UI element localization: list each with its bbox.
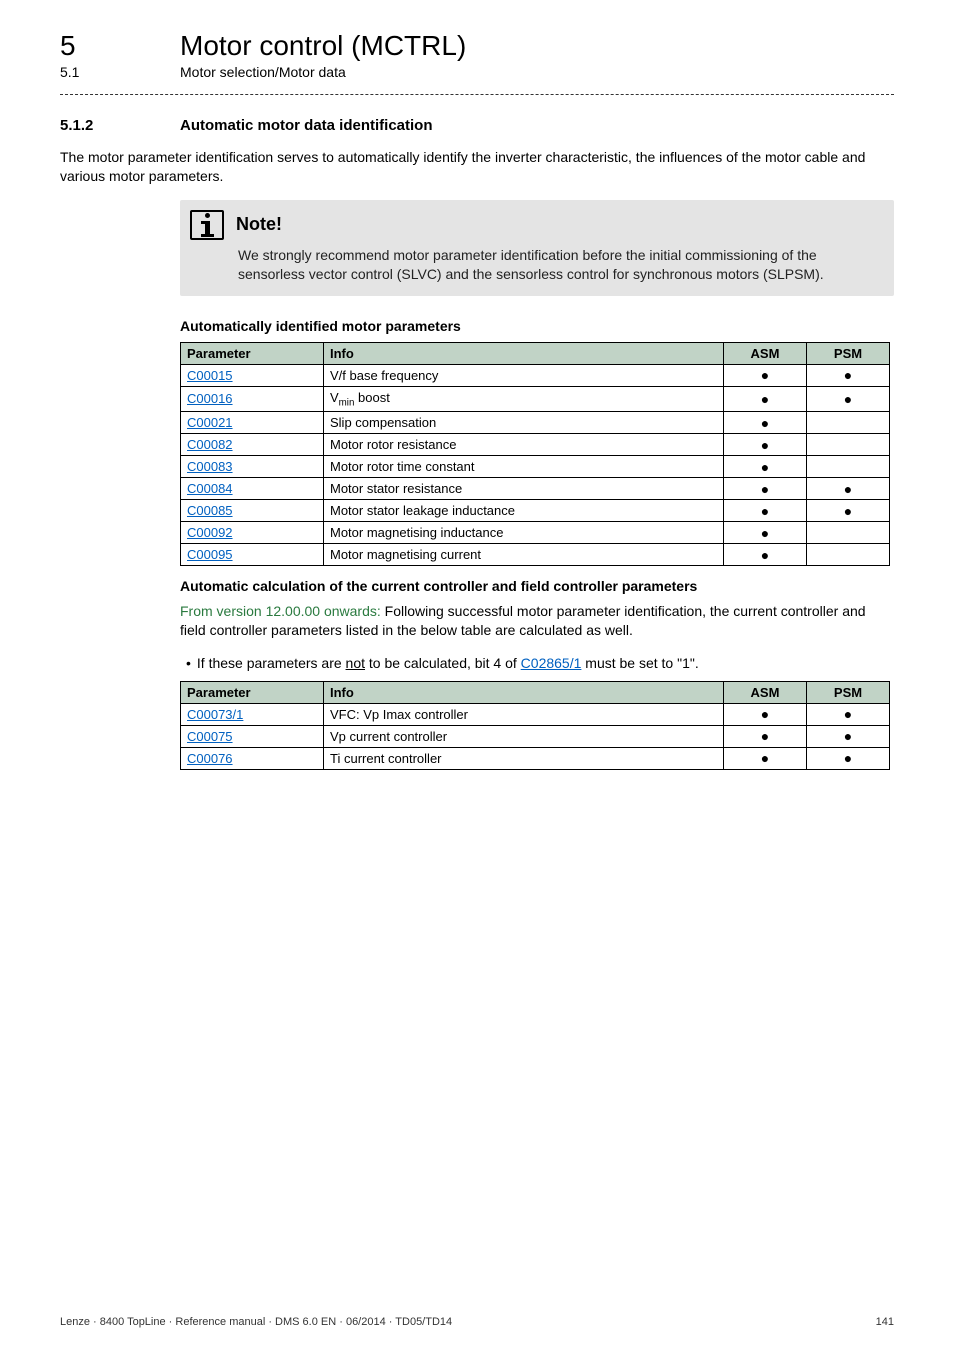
parameter-link[interactable]: C00075 — [187, 729, 233, 744]
psm-cell: ● — [807, 703, 890, 725]
parameter-link[interactable]: C00095 — [187, 547, 233, 562]
separator-rule — [60, 94, 894, 95]
parameter-link[interactable]: C00076 — [187, 751, 233, 766]
asm-cell: ● — [724, 434, 807, 456]
asm-cell: ● — [724, 386, 807, 412]
table-row: C00095 Motor magnetising current● — [181, 544, 890, 566]
footer-page-number: 141 — [876, 1316, 894, 1328]
intro-paragraph: The motor parameter identification serve… — [60, 148, 894, 186]
subsection-number: 5.1.2 — [60, 117, 140, 134]
chapter-title: Motor control (MCTRL) — [180, 30, 466, 62]
section-number: 5.1 — [60, 64, 140, 80]
th-info: Info — [324, 342, 724, 364]
note-text: We strongly recommend motor parameter id… — [238, 246, 876, 284]
psm-cell: ● — [807, 478, 890, 500]
info-cell: VFC: Vp Imax controller — [324, 703, 724, 725]
th-asm: ASM — [724, 342, 807, 364]
th-psm: PSM — [807, 681, 890, 703]
asm-cell: ● — [724, 544, 807, 566]
parameter-link[interactable]: C00021 — [187, 415, 233, 430]
psm-cell: ● — [807, 364, 890, 386]
psm-cell: ● — [807, 725, 890, 747]
info-icon — [190, 210, 224, 240]
asm-cell: ● — [724, 478, 807, 500]
bullet-glyph: • — [186, 654, 191, 673]
info-cell: Vmin boost — [324, 386, 724, 412]
parameter-link[interactable]: C00084 — [187, 481, 233, 496]
psm-cell — [807, 456, 890, 478]
parameter-link[interactable]: C00016 — [187, 391, 233, 406]
parameter-link[interactable]: C00073/1 — [187, 707, 243, 722]
psm-cell — [807, 434, 890, 456]
footer-left: Lenze · 8400 TopLine · Reference manual … — [60, 1316, 452, 1328]
subsection-title: Automatic motor data identification — [180, 117, 433, 134]
th-info: Info — [324, 681, 724, 703]
table-row: C00021 Slip compensation● — [181, 412, 890, 434]
code-link[interactable]: C02865/1 — [521, 655, 582, 671]
note-title: Note! — [236, 214, 282, 235]
psm-cell — [807, 544, 890, 566]
asm-cell: ● — [724, 747, 807, 769]
info-cell: Motor rotor time constant — [324, 456, 724, 478]
table-row: C00084Motor stator resistance●● — [181, 478, 890, 500]
table-b-heading: Automatic calculation of the current con… — [180, 578, 890, 594]
th-parameter: Parameter — [181, 342, 324, 364]
table-row: C00085Motor stator leakage inductance●● — [181, 500, 890, 522]
psm-cell: ● — [807, 747, 890, 769]
th-parameter: Parameter — [181, 681, 324, 703]
table-row: C00076Ti current controller●● — [181, 747, 890, 769]
note-box: Note! We strongly recommend motor parame… — [180, 200, 894, 296]
asm-cell: ● — [724, 456, 807, 478]
table-a-heading: Automatically identified motor parameter… — [180, 318, 890, 334]
info-cell: Motor stator leakage inductance — [324, 500, 724, 522]
table-row: C00016Vmin boost●● — [181, 386, 890, 412]
parameter-link[interactable]: C00082 — [187, 437, 233, 452]
psm-cell: ● — [807, 386, 890, 412]
th-psm: PSM — [807, 342, 890, 364]
info-cell: Ti current controller — [324, 747, 724, 769]
table-row: C00082 Motor rotor resistance● — [181, 434, 890, 456]
info-cell: Slip compensation — [324, 412, 724, 434]
psm-cell — [807, 412, 890, 434]
parameter-link[interactable]: C00083 — [187, 459, 233, 474]
parameters-table-b: Parameter Info ASM PSM C00073/1 VFC: Vp I… — [180, 681, 890, 770]
info-cell: Vp current controller — [324, 725, 724, 747]
table-row: C00083 Motor rotor time constant● — [181, 456, 890, 478]
bullet-text-mid: to be calculated, bit 4 of — [365, 655, 521, 671]
info-cell: Motor magnetising inductance — [324, 522, 724, 544]
info-cell: Motor magnetising current — [324, 544, 724, 566]
table-row: C00092 Motor magnetising inductance● — [181, 522, 890, 544]
info-cell: Motor rotor resistance — [324, 434, 724, 456]
asm-cell: ● — [724, 500, 807, 522]
asm-cell: ● — [724, 412, 807, 434]
table-row: C00073/1VFC: Vp Imax controller●● — [181, 703, 890, 725]
table-row: C00075Vp current controller●● — [181, 725, 890, 747]
section-title: Motor selection/Motor data — [180, 64, 346, 80]
th-asm: ASM — [724, 681, 807, 703]
version-prefix: From version 12.00.00 onwards: — [180, 603, 381, 619]
parameter-link[interactable]: C00092 — [187, 525, 233, 540]
table-row: C00015V/f base frequency●● — [181, 364, 890, 386]
bullet-text-post: must be set to "1". — [581, 655, 698, 671]
info-cell: Motor stator resistance — [324, 478, 724, 500]
parameter-link[interactable]: C00015 — [187, 368, 233, 383]
asm-cell: ● — [724, 364, 807, 386]
bullet-text-pre: If these parameters are — [197, 655, 346, 671]
asm-cell: ● — [724, 725, 807, 747]
bullet-text-not: not — [346, 655, 365, 671]
asm-cell: ● — [724, 522, 807, 544]
section-b-lead: From version 12.00.00 onwards: Following… — [180, 602, 890, 640]
parameters-table-a: Parameter Info ASM PSM C00015 V/f base fr… — [180, 342, 890, 567]
parameter-link[interactable]: C00085 — [187, 503, 233, 518]
psm-cell: ● — [807, 500, 890, 522]
chapter-number: 5 — [60, 30, 140, 62]
info-cell: V/f base frequency — [324, 364, 724, 386]
psm-cell — [807, 522, 890, 544]
asm-cell: ● — [724, 703, 807, 725]
bullet-item: • If these parameters are not to be calc… — [186, 654, 890, 673]
